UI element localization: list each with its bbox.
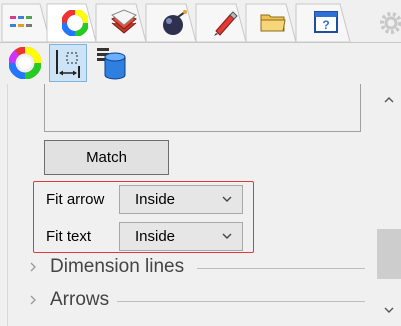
- material-edit-icon: [210, 9, 238, 36]
- tab-color[interactable]: [48, 2, 95, 42]
- chevron-down-icon: [222, 196, 232, 202]
- vertical-scrollbar[interactable]: [377, 84, 401, 326]
- section-rule: [117, 301, 365, 302]
- fit-arrow-select[interactable]: Inside: [119, 185, 243, 214]
- section-arrows[interactable]: Arrows: [0, 289, 370, 313]
- dimension-style-button[interactable]: [49, 44, 87, 82]
- tab-object-properties[interactable]: [0, 2, 47, 42]
- scroll-thumb[interactable]: [377, 229, 401, 279]
- color-button[interactable]: [6, 44, 44, 82]
- color-wheel-icon: [8, 46, 42, 80]
- fit-text-label: Fit text: [46, 228, 92, 245]
- color-wheel-icon: [62, 10, 88, 36]
- chevron-right-icon: [30, 295, 36, 305]
- database-icon: [95, 47, 127, 80]
- fit-arrow-value: Inside: [135, 191, 176, 208]
- object-properties-icon: [9, 12, 35, 38]
- tab-files[interactable]: [248, 2, 295, 42]
- tab-window[interactable]: ?: [298, 2, 345, 42]
- database-button[interactable]: [92, 44, 130, 82]
- layer-icon: [110, 9, 137, 35]
- settings-icon: [379, 11, 401, 37]
- tab-layer[interactable]: [98, 2, 145, 42]
- fit-text-value: Inside: [135, 228, 176, 245]
- section-label: Dimension lines: [50, 256, 185, 277]
- tab-material[interactable]: [198, 2, 245, 42]
- section-dimension-lines[interactable]: Dimension lines: [0, 256, 370, 280]
- tab-strip: ?: [0, 0, 401, 44]
- dimension-style-icon: [52, 47, 84, 79]
- section-rule: [197, 268, 365, 269]
- svg-text:?: ?: [322, 18, 329, 32]
- section-label: Arrows: [50, 289, 110, 310]
- preview-area: [44, 84, 361, 132]
- scroll-up-icon[interactable]: [377, 88, 401, 112]
- sub-toolbar: [0, 44, 401, 84]
- scroll-down-icon[interactable]: [377, 298, 401, 322]
- tab-render[interactable]: [148, 2, 195, 42]
- properties-panel-window: ? Match Fit arrow Inside Fit text Inside…: [0, 0, 401, 326]
- chevron-down-icon: [222, 233, 232, 239]
- fit-text-select[interactable]: Inside: [119, 222, 243, 251]
- chevron-right-icon: [30, 262, 36, 272]
- tab-settings[interactable]: [377, 2, 401, 42]
- match-button[interactable]: Match: [44, 140, 169, 175]
- folder-icon: [260, 11, 286, 37]
- render-icon: [160, 9, 187, 35]
- window-icon: ?: [314, 11, 340, 37]
- fit-arrow-label: Fit arrow: [46, 191, 105, 208]
